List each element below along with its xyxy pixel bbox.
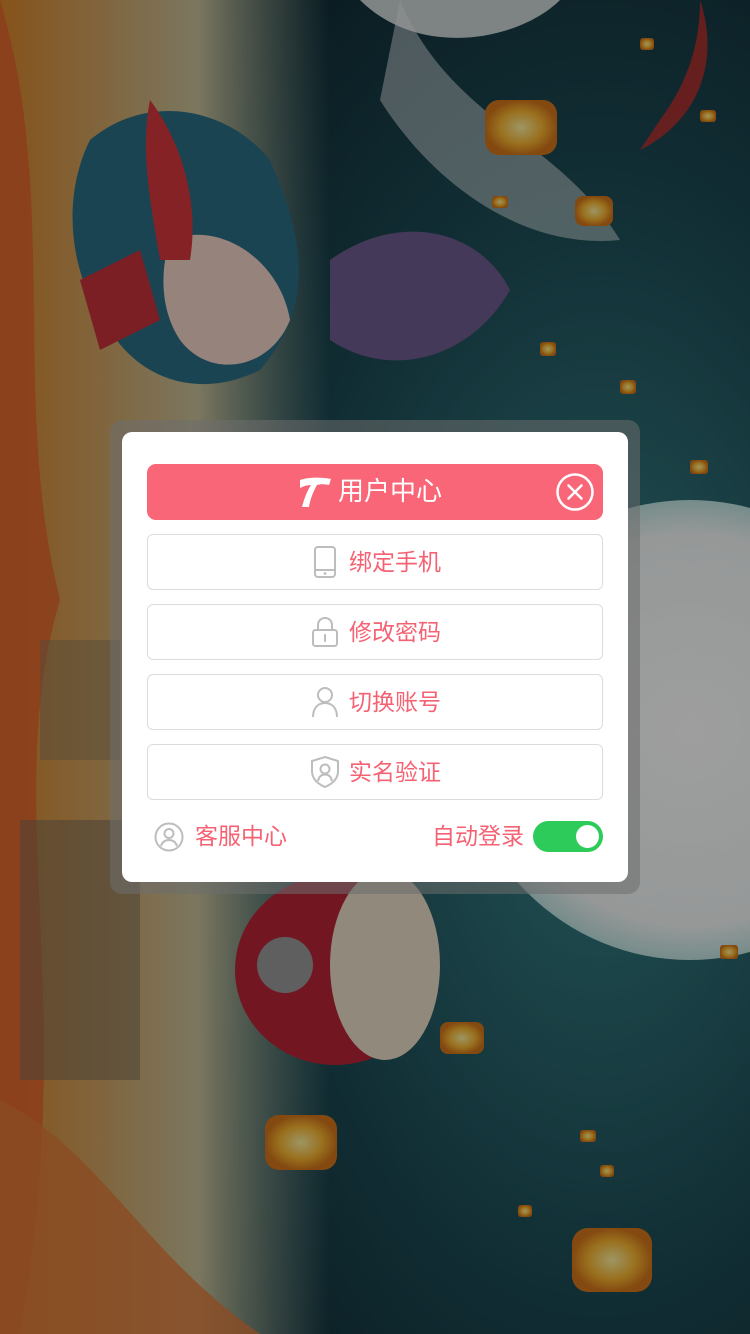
customer-service-icon (154, 822, 184, 852)
auto-login-label: 自动登录 (432, 824, 524, 850)
brand-logo-icon (300, 477, 331, 507)
switch-account-label: 切换账号 (349, 690, 441, 716)
switch-account-button[interactable]: 切换账号 (147, 674, 603, 730)
customer-service-label: 客服中心 (195, 824, 287, 850)
user-icon (312, 687, 338, 718)
user-center-dialog: 用户中心 绑定手机 修改密码 切换账号 实名验证 客服中心 自动登录 (122, 432, 628, 882)
shield-user-icon (311, 756, 339, 788)
bind-phone-label: 绑定手机 (349, 550, 441, 576)
change-password-label: 修改密码 (349, 620, 441, 646)
dialog-header: 用户中心 (147, 464, 603, 520)
real-name-verify-button[interactable]: 实名验证 (147, 744, 603, 800)
change-password-button[interactable]: 修改密码 (147, 604, 603, 660)
real-name-verify-label: 实名验证 (349, 760, 441, 786)
close-button[interactable] (555, 472, 595, 512)
dialog-title: 用户中心 (338, 477, 443, 507)
lock-icon (312, 616, 338, 647)
bind-phone-button[interactable]: 绑定手机 (147, 534, 603, 590)
auto-login-toggle[interactable] (533, 821, 603, 852)
phone-icon (314, 546, 336, 578)
toggle-knob (576, 825, 599, 848)
